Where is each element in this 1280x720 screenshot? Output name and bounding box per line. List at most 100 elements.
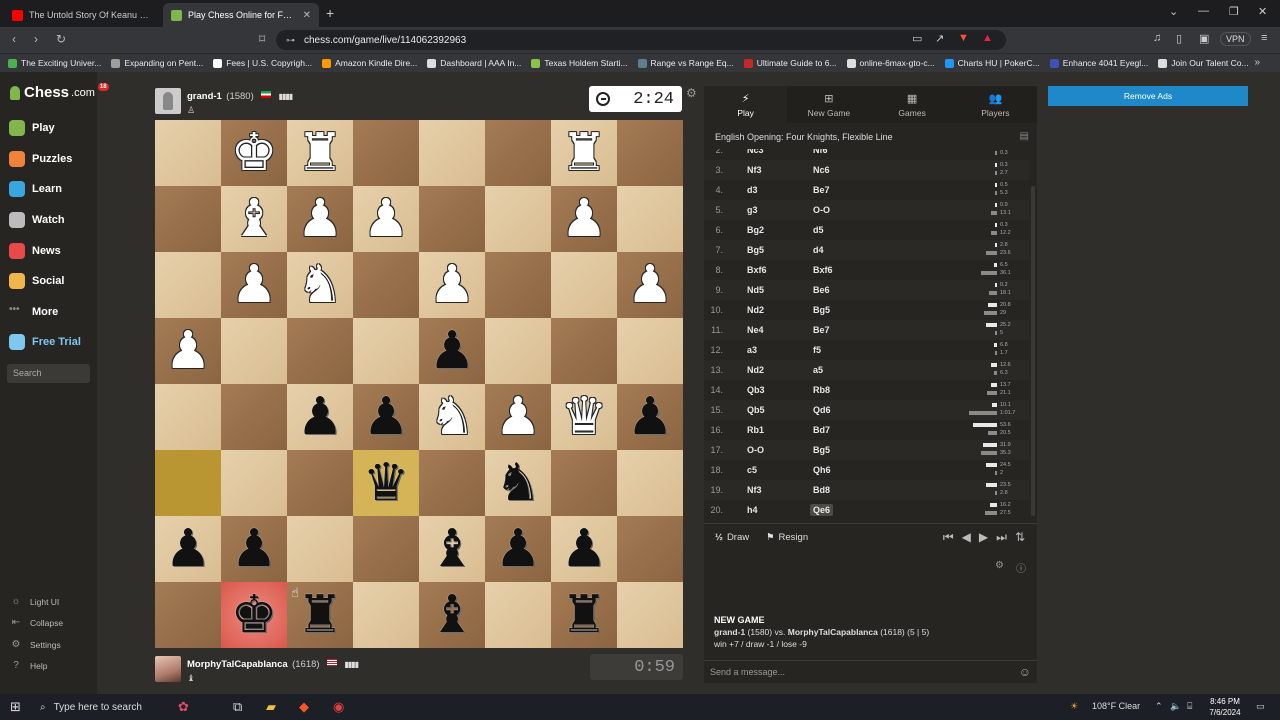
- white-pawn[interactable]: ♟: [561, 193, 608, 245]
- brave-browser-icon[interactable]: ◆: [299, 699, 309, 715]
- black-move[interactable]: Qe6: [810, 504, 834, 516]
- black-pawn[interactable]: ♟: [363, 391, 410, 443]
- sidebar-footer-settings[interactable]: ⚙ Settings: [10, 639, 61, 650]
- brave-rewards-icon[interactable]: ▲: [982, 32, 993, 44]
- board-square[interactable]: [617, 450, 683, 516]
- white-pawn[interactable]: ♟: [495, 391, 542, 443]
- board-square[interactable]: ♟: [155, 516, 221, 582]
- task-view-icon[interactable]: ⧉: [233, 699, 242, 715]
- board-square[interactable]: ♚: [221, 582, 287, 648]
- board-square[interactable]: ♜: [551, 582, 617, 648]
- avatar[interactable]: [155, 656, 181, 682]
- board-square[interactable]: [353, 318, 419, 384]
- bookmark-item[interactable]: Charts HU | PokerC...: [944, 58, 1040, 68]
- bookmark-item[interactable]: Amazon Kindle Dire...: [322, 58, 417, 68]
- bookmark-item[interactable]: Join Our Talent Co...: [1158, 58, 1249, 68]
- black-move[interactable]: Bg5: [813, 305, 830, 315]
- brave-shield-icon[interactable]: ▼: [958, 32, 969, 44]
- bookmark-item[interactable]: Dashboard | AAA In...: [427, 58, 521, 68]
- opening-name[interactable]: English Opening: Four Knights, Flexible …: [715, 132, 893, 142]
- board-square[interactable]: ♟: [485, 516, 551, 582]
- board-square[interactable]: ♞: [287, 252, 353, 318]
- forward-icon[interactable]: ›: [34, 32, 38, 46]
- next-move-icon[interactable]: ▶: [979, 530, 988, 545]
- board-square[interactable]: ♟: [485, 384, 551, 450]
- book-icon[interactable]: ▤: [1020, 131, 1029, 142]
- bookmark-item[interactable]: The Exciting Univer...: [8, 58, 101, 68]
- white-move[interactable]: Nd2: [747, 305, 764, 315]
- taskbar-clock[interactable]: 8:46 PM 7/6/2024: [1200, 696, 1250, 718]
- tab-play[interactable]: ⚡ Play: [704, 86, 788, 123]
- browser-tab-youtube[interactable]: The Untold Story Of Keanu Reev: [4, 3, 160, 27]
- black-move[interactable]: Bd7: [813, 425, 830, 435]
- board-square[interactable]: [353, 252, 419, 318]
- draw-button[interactable]: ½ Draw: [715, 532, 749, 543]
- bookmark-item[interactable]: Texas Holdem Starti...: [531, 58, 628, 68]
- white-pawn[interactable]: ♟: [165, 325, 212, 377]
- board-square[interactable]: [287, 516, 353, 582]
- white-pawn[interactable]: ♟: [297, 193, 344, 245]
- white-move[interactable]: Qb5: [747, 405, 765, 415]
- white-move[interactable]: Nd2: [747, 365, 764, 375]
- board-square[interactable]: ♟: [353, 186, 419, 252]
- black-pawn[interactable]: ♟: [561, 523, 608, 575]
- board-square[interactable]: [419, 450, 485, 516]
- white-move[interactable]: d3: [747, 185, 758, 195]
- sidebar-item-news[interactable]: News: [9, 243, 61, 259]
- weather-text[interactable]: 108°F Clear: [1092, 701, 1140, 711]
- white-move[interactable]: Bg5: [747, 245, 764, 255]
- board-square[interactable]: ♟: [155, 318, 221, 384]
- white-move[interactable]: Nf3: [747, 485, 762, 495]
- black-bishop[interactable]: ♝: [429, 523, 476, 575]
- bookmark-item[interactable]: online-6max-gto-c...: [846, 58, 935, 68]
- player-name[interactable]: grand-1: [187, 91, 222, 102]
- board-square[interactable]: [485, 318, 551, 384]
- board-square[interactable]: [551, 450, 617, 516]
- white-rook[interactable]: ♜: [297, 127, 344, 179]
- white-move[interactable]: Nf3: [747, 165, 762, 175]
- white-bishop[interactable]: ♝: [231, 193, 278, 245]
- taskbar-search[interactable]: ⌕ Type here to search: [32, 694, 170, 720]
- white-pawn[interactable]: ♟: [429, 259, 476, 311]
- white-rook[interactable]: ♜: [561, 127, 608, 179]
- black-move[interactable]: Nf6: [813, 149, 828, 155]
- black-pawn[interactable]: ♟: [495, 523, 542, 575]
- board-square[interactable]: ♜: [551, 120, 617, 186]
- white-move[interactable]: h4: [747, 505, 758, 515]
- chrome-app-icon[interactable]: ◉: [333, 699, 344, 715]
- board-square[interactable]: ♚: [221, 120, 287, 186]
- board-square[interactable]: ♟: [419, 318, 485, 384]
- board-square[interactable]: [485, 186, 551, 252]
- board-square[interactable]: ♟: [617, 384, 683, 450]
- board-square[interactable]: [353, 120, 419, 186]
- board-settings-gear-icon[interactable]: ⚙: [686, 86, 697, 100]
- sidebar-toggle-icon[interactable]: ▯: [1176, 32, 1182, 45]
- first-move-icon[interactable]: ⏮: [943, 530, 954, 545]
- white-move[interactable]: Bxf6: [747, 265, 767, 275]
- board-square[interactable]: ♟: [551, 186, 617, 252]
- bookmark-item[interactable]: Fees | U.S. Copyrigh...: [213, 58, 312, 68]
- chat-input[interactable]: Send a message... ☺: [704, 660, 1037, 683]
- board-square[interactable]: [551, 318, 617, 384]
- black-move[interactable]: Bd8: [813, 485, 830, 495]
- board-square[interactable]: [419, 186, 485, 252]
- black-pawn[interactable]: ♟: [627, 391, 674, 443]
- white-move[interactable]: Qb3: [747, 385, 765, 395]
- board-square[interactable]: ♟: [287, 384, 353, 450]
- share-icon[interactable]: ↗: [935, 32, 944, 45]
- board-square[interactable]: [155, 582, 221, 648]
- board-square[interactable]: [221, 450, 287, 516]
- tray-chevron-icon[interactable]: ⌃: [1155, 701, 1163, 712]
- cast-icon[interactable]: ▭: [912, 32, 922, 45]
- player-name[interactable]: MorphyTalCapablanca: [187, 659, 288, 670]
- white-knight[interactable]: ♞: [429, 391, 476, 443]
- tab-games[interactable]: ▦ Games: [871, 86, 954, 123]
- board-square[interactable]: [419, 120, 485, 186]
- wallet-icon[interactable]: ▣: [1199, 32, 1209, 45]
- white-move[interactable]: Nd5: [747, 285, 764, 295]
- board-square[interactable]: ♟: [287, 186, 353, 252]
- black-move[interactable]: Be7: [813, 325, 830, 335]
- close-tab-icon[interactable]: ✕: [303, 10, 311, 21]
- board-square[interactable]: [617, 186, 683, 252]
- board-square[interactable]: ♟: [419, 252, 485, 318]
